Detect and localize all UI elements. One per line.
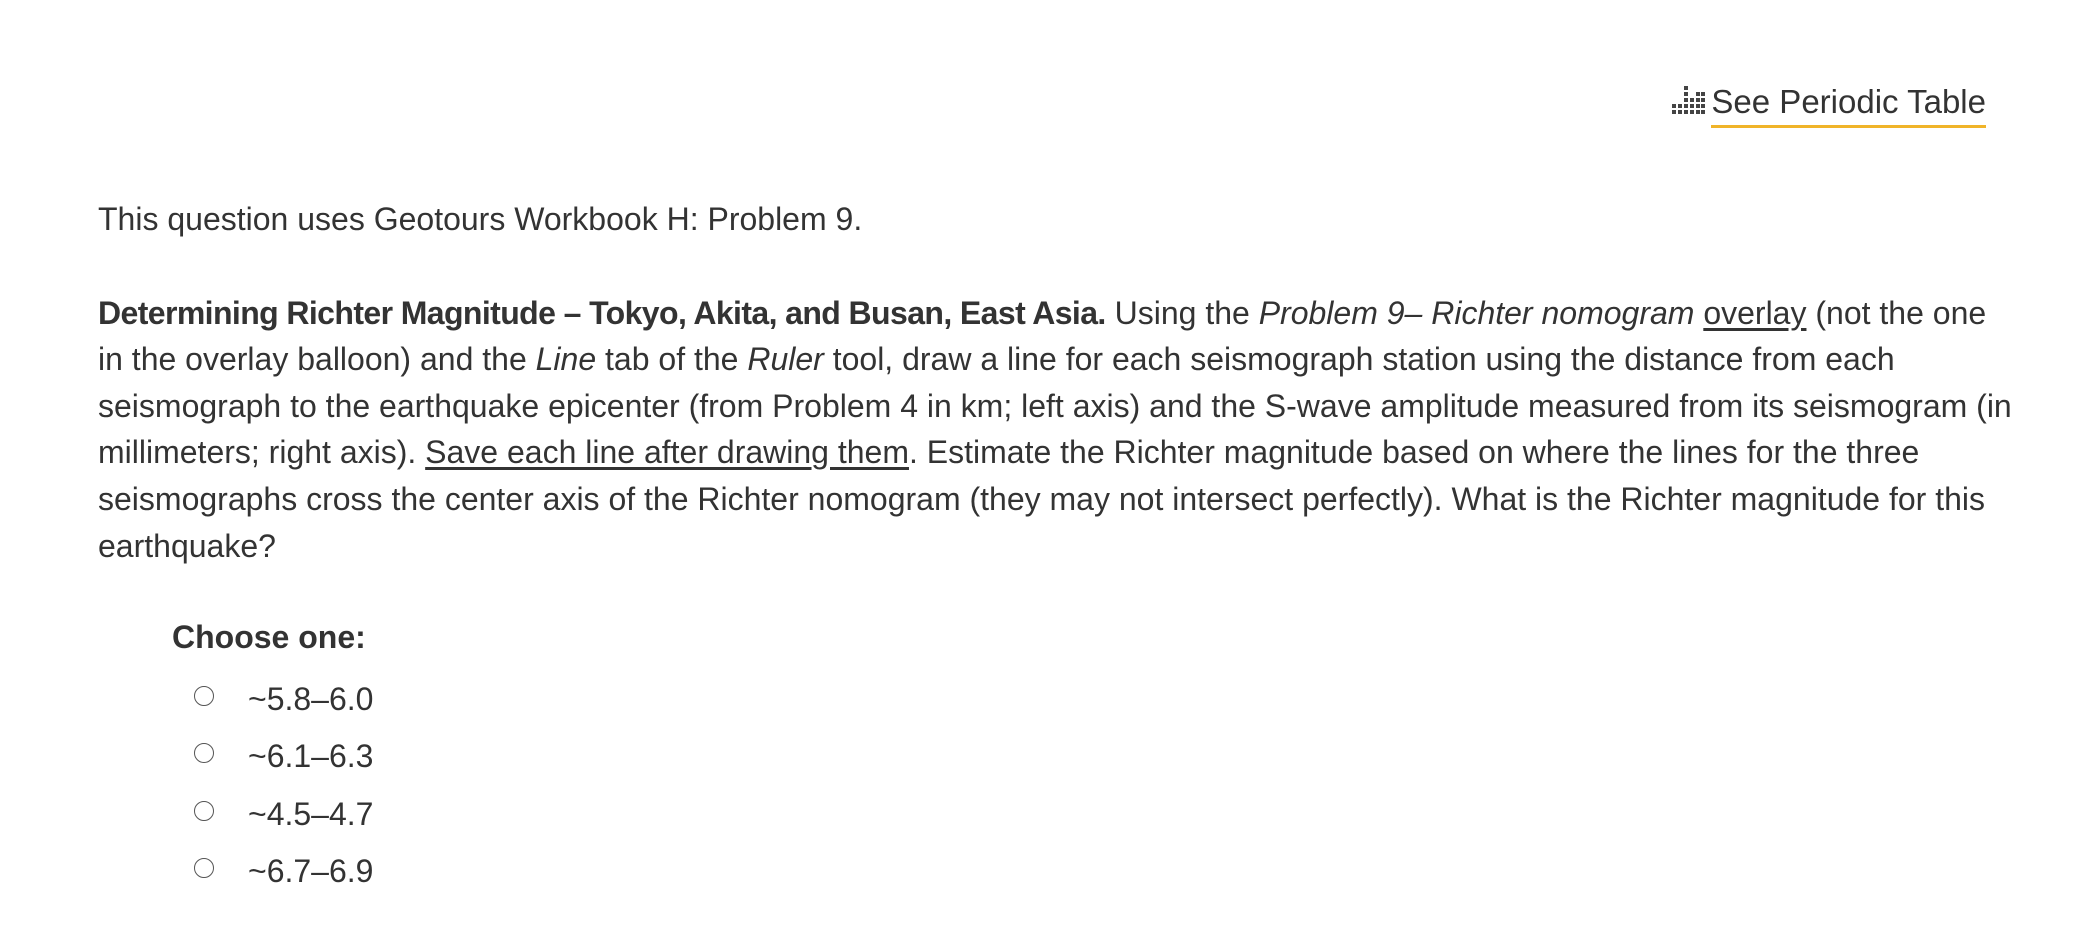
radio-button[interactable] — [194, 685, 214, 706]
radio-button[interactable] — [194, 743, 214, 764]
ruler-tool-name: Ruler — [747, 341, 824, 378]
choice-option[interactable]: ~6.7–6.9 — [172, 843, 373, 901]
see-periodic-table-label[interactable]: See Periodic Table — [1711, 82, 1986, 128]
choose-one-label: Choose one: — [172, 619, 366, 655]
choice-option[interactable]: ~5.8–6.0 — [172, 670, 373, 728]
choice-label[interactable]: ~4.5–4.7 — [248, 794, 373, 834]
line-tab-name: Line — [535, 341, 597, 378]
choice-label[interactable]: ~5.8–6.0 — [248, 679, 373, 719]
overlay-name: Problem 9– Richter nomogram — [1258, 294, 1695, 331]
choice-label[interactable]: ~6.7–6.9 — [248, 851, 373, 891]
choice-option[interactable]: ~6.1–6.3 — [172, 728, 373, 786]
intro-text: This question uses Geotours Workbook H: … — [98, 201, 863, 237]
question-content: This question uses Geotours Workbook H: … — [98, 196, 2018, 569]
radio-button[interactable] — [194, 858, 214, 879]
answer-choices: Choose one: ~5.8–6.0 ~6.1–6.3 ~4.5–4.7 ~… — [172, 614, 373, 900]
question-title: Determining Richter Magnitude – Tokyo, A… — [98, 294, 1106, 331]
overlay-link[interactable]: overlay — [1703, 295, 1806, 331]
choice-label[interactable]: ~6.1–6.3 — [248, 736, 373, 776]
save-lines-note: Save each line after drawing them — [425, 434, 909, 471]
radio-button[interactable] — [194, 800, 214, 821]
choice-option[interactable]: ~4.5–4.7 — [172, 785, 373, 843]
question-text: Determining Richter Magnitude – Tokyo, A… — [98, 294, 2012, 564]
see-periodic-table-link[interactable]: See Periodic Table — [1671, 82, 1986, 128]
periodic-table-icon — [1672, 86, 1706, 114]
